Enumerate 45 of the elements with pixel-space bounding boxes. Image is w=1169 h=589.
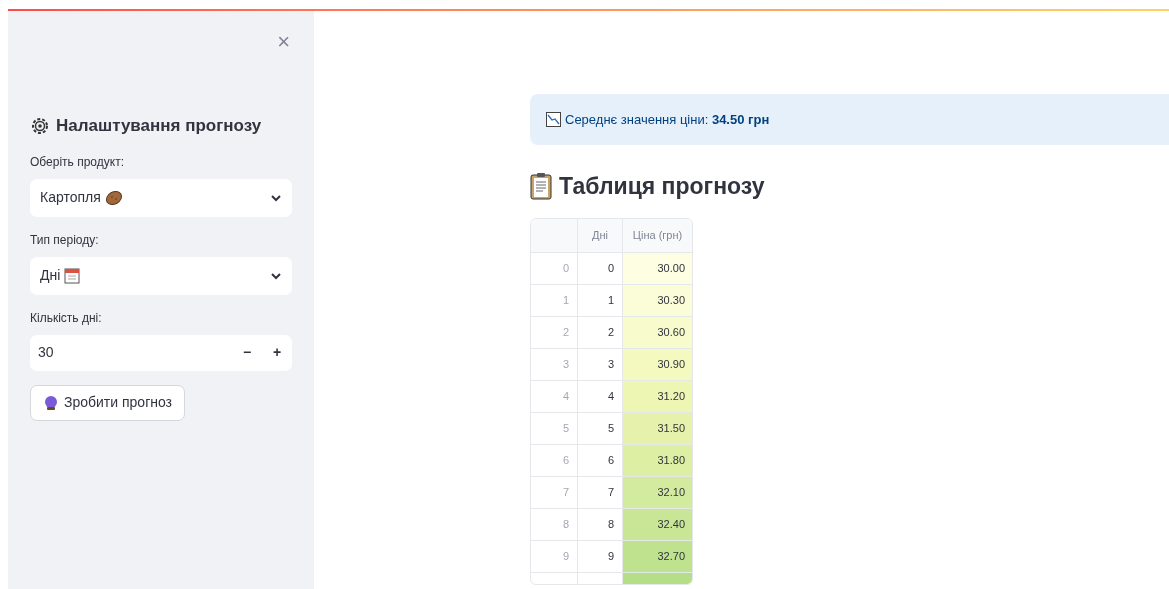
decrement-button[interactable]: −: [232, 334, 262, 371]
select-value: Картопля: [40, 188, 101, 207]
number-field[interactable]: 30 − +: [30, 334, 292, 371]
select-value: Дні: [40, 266, 61, 285]
chevron-down-icon: [270, 271, 282, 280]
price-cell: 32.70: [623, 540, 692, 572]
price-cell: 30.30: [623, 284, 692, 316]
crystal-ball-icon: [43, 394, 59, 411]
price-cell: 32.10: [623, 476, 692, 508]
chart-decreasing-icon: [546, 112, 561, 127]
chevron-down-icon: [270, 193, 282, 202]
clipboard-icon: [530, 172, 552, 201]
row-index: 9: [531, 540, 578, 572]
sidebar-title: Налаштування прогнозу: [56, 115, 262, 137]
row-index: 5: [531, 412, 578, 444]
calendar-icon: [64, 267, 81, 284]
select-field[interactable]: Картопля: [30, 178, 292, 217]
number-input[interactable]: 30: [30, 342, 232, 363]
price-cell: 30.00: [623, 252, 692, 284]
price-cell: 30.60: [623, 316, 692, 348]
row-index: 2: [531, 316, 578, 348]
row-index: 1: [531, 284, 578, 316]
price-cell: 31.80: [623, 444, 692, 476]
select-field[interactable]: Дні: [30, 256, 292, 295]
price-cell: 31.20: [623, 380, 692, 412]
increment-button[interactable]: +: [262, 334, 292, 371]
row-index: 8: [531, 508, 578, 540]
row-index: 6: [531, 444, 578, 476]
price-cell: 32.40: [623, 508, 692, 540]
column-header[interactable]: Дні: [578, 218, 623, 252]
forecast-button[interactable]: Зробити прогноз: [30, 384, 186, 421]
potato-icon: [104, 189, 123, 206]
field-label: Оберіть продукт:: [30, 153, 125, 171]
field-label: Тип періоду:: [30, 231, 100, 249]
price-cell: 30.90: [623, 348, 692, 380]
price-cell: 31.50: [623, 412, 692, 444]
row-index: 4: [531, 380, 578, 412]
row-index: 0: [531, 252, 578, 284]
table-title: Таблиця прогнозу: [559, 172, 765, 201]
alert-text: Середнє значення ціни: 34.50 грн: [565, 110, 770, 129]
row-index: 7: [531, 476, 578, 508]
row-index: 3: [531, 348, 578, 380]
field-label: Кількість дні:: [30, 309, 103, 327]
gear-icon: [30, 115, 50, 136]
column-header[interactable]: Ціна (грн): [623, 218, 692, 252]
